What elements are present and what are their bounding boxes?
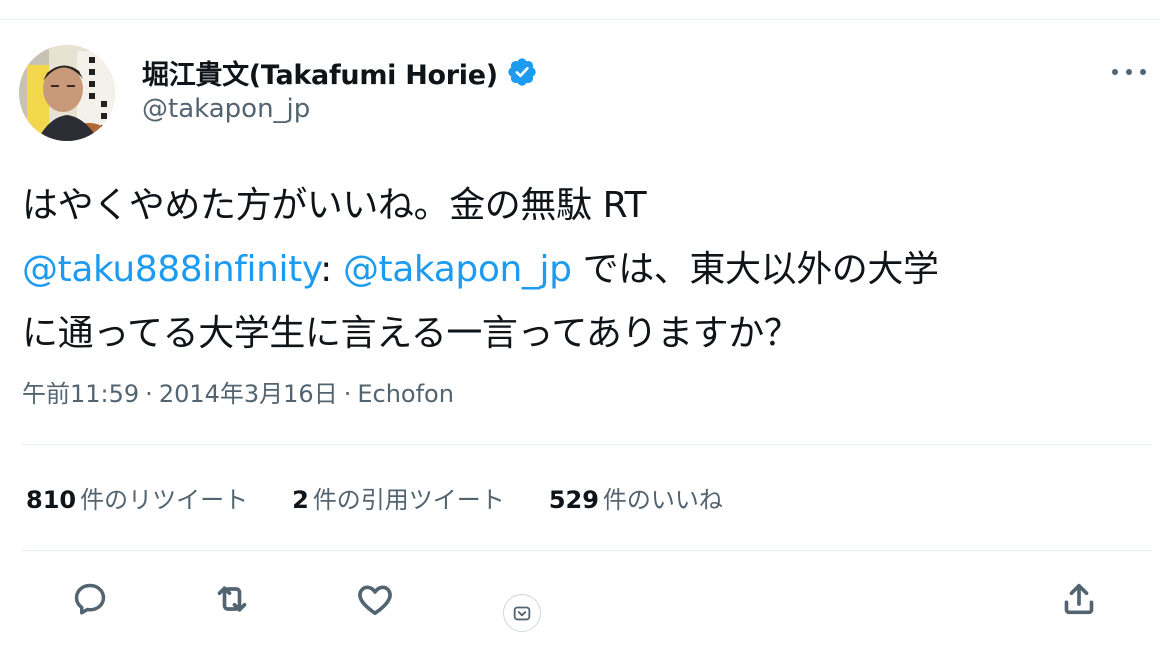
quotes-label: 件の引用ツイート: [312, 486, 505, 514]
divider: [22, 444, 1152, 445]
tweet-line-2: @taku888infinity: @takapon_jp では、東大以外の大学: [22, 238, 1142, 302]
display-name[interactable]: 堀江貴文(Takafumi Horie): [142, 53, 498, 92]
top-divider: [0, 19, 1160, 20]
likes-label: 件のいいね: [602, 486, 723, 514]
like-icon: [358, 585, 392, 615]
separator: ·: [343, 380, 352, 408]
reply-icon: [74, 583, 106, 615]
share-icon: [1064, 583, 1094, 615]
retweet-button[interactable]: [211, 578, 253, 620]
react-icon: [513, 606, 531, 621]
retweets-label: 件のリツイート: [80, 486, 249, 514]
tweet-line-1: はやくやめた方がいいね。金の無駄 RT: [22, 185, 647, 226]
more-options-icon[interactable]: [1112, 62, 1146, 82]
reply-button[interactable]: [69, 578, 111, 620]
verified-badge-icon: [506, 56, 538, 88]
separator: ·: [145, 380, 153, 408]
share-button[interactable]: [1058, 578, 1100, 620]
author-handle[interactable]: @takapon_jp: [142, 94, 310, 124]
tweet-time[interactable]: 午前11:59: [22, 380, 139, 408]
mention-link[interactable]: @taku888infinity: [22, 249, 321, 290]
retweet-icon: [217, 586, 247, 612]
react-button[interactable]: [503, 594, 541, 632]
tweet-meta: 午前11:59 · 2014年3月16日 · Echofon: [22, 374, 454, 409]
divider: [22, 550, 1152, 551]
avatar[interactable]: [19, 45, 115, 141]
quotes-count: 2: [292, 486, 309, 514]
dot: [1126, 69, 1132, 75]
retweets-stat[interactable]: 810 件のリツイート: [26, 480, 248, 515]
tweet-text: はやくやめた方がいいね。金の無駄 RT @taku888infinity: @t…: [22, 174, 1142, 366]
tweet-line-3: に通ってる大学生に言える一言ってありますか？: [22, 313, 800, 354]
dot: [1140, 69, 1146, 75]
likes-stat[interactable]: 529 件のいいね: [549, 480, 723, 515]
retweets-count: 810: [26, 486, 77, 514]
mention-link[interactable]: @takapon_jp: [343, 249, 572, 290]
quotes-stat[interactable]: 2 件の引用ツイート: [292, 480, 505, 515]
tweet-stats: 810 件のリツイート 2 件の引用ツイート 529 件のいいね: [26, 480, 767, 515]
likes-count: 529: [548, 486, 599, 514]
dot: [1112, 69, 1118, 75]
tweet-date[interactable]: 2014年3月16日: [159, 380, 338, 408]
colon: :: [320, 249, 332, 290]
tweet-line-2-text: では、東大以外の大学: [582, 249, 939, 290]
author-name-row[interactable]: 堀江貴文(Takafumi Horie): [142, 52, 538, 92]
like-button[interactable]: [354, 578, 396, 620]
tweet-source[interactable]: Echofon: [357, 380, 454, 408]
